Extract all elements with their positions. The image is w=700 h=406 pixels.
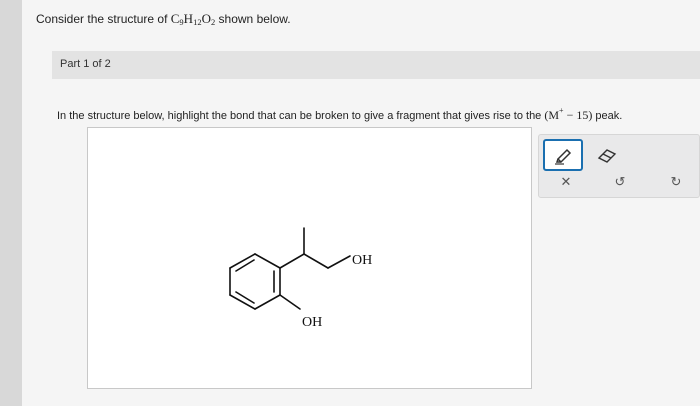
question-prefix: Consider the structure of — [36, 12, 168, 26]
ch2-to-oh-bond[interactable] — [327, 255, 351, 269]
pencil-tool-button[interactable] — [543, 139, 583, 171]
oh-label-right: OH — [352, 253, 372, 268]
molecular-formula: C9H12O2 — [170, 11, 216, 27]
ring-to-ch-bond[interactable] — [279, 253, 305, 269]
eraser-icon — [597, 149, 617, 163]
ring-double-3 — [235, 291, 255, 304]
ring-bond-4[interactable] — [254, 294, 281, 310]
prompt-formula: (M+ − 15) — [544, 106, 593, 122]
drawing-toolbar: ✕ ↺ ↻ — [538, 134, 700, 198]
question-panel: Consider the structure of C9H12O2 shown … — [22, 0, 700, 406]
ring-bond-2[interactable] — [254, 253, 281, 269]
part-header: Part 1 of 2 — [52, 51, 700, 79]
clear-button[interactable]: ✕ — [551, 171, 581, 193]
eraser-tool-button[interactable] — [587, 139, 627, 171]
redo-button[interactable]: ↻ — [661, 171, 691, 193]
undo-button[interactable]: ↺ — [605, 171, 635, 193]
part-label: Part 1 of 2 — [60, 58, 111, 70]
molecule-drawing: OH OH — [229, 227, 372, 330]
part-content: In the structure below, highlight the bo… — [52, 82, 700, 406]
question-text: Consider the structure of C9H12O2 shown … — [36, 11, 291, 27]
question-suffix: shown below. — [218, 12, 291, 26]
ch-to-ch2-bond[interactable] — [303, 253, 329, 269]
ring-to-oh-bond[interactable] — [279, 294, 301, 310]
pencil-icon — [555, 148, 572, 165]
ring-double-1 — [235, 259, 255, 272]
oh-label-bottom: OH — [302, 315, 322, 330]
prompt-text: In the structure below, highlight the bo… — [57, 106, 623, 122]
structure-canvas[interactable]: OH OH — [87, 127, 532, 389]
